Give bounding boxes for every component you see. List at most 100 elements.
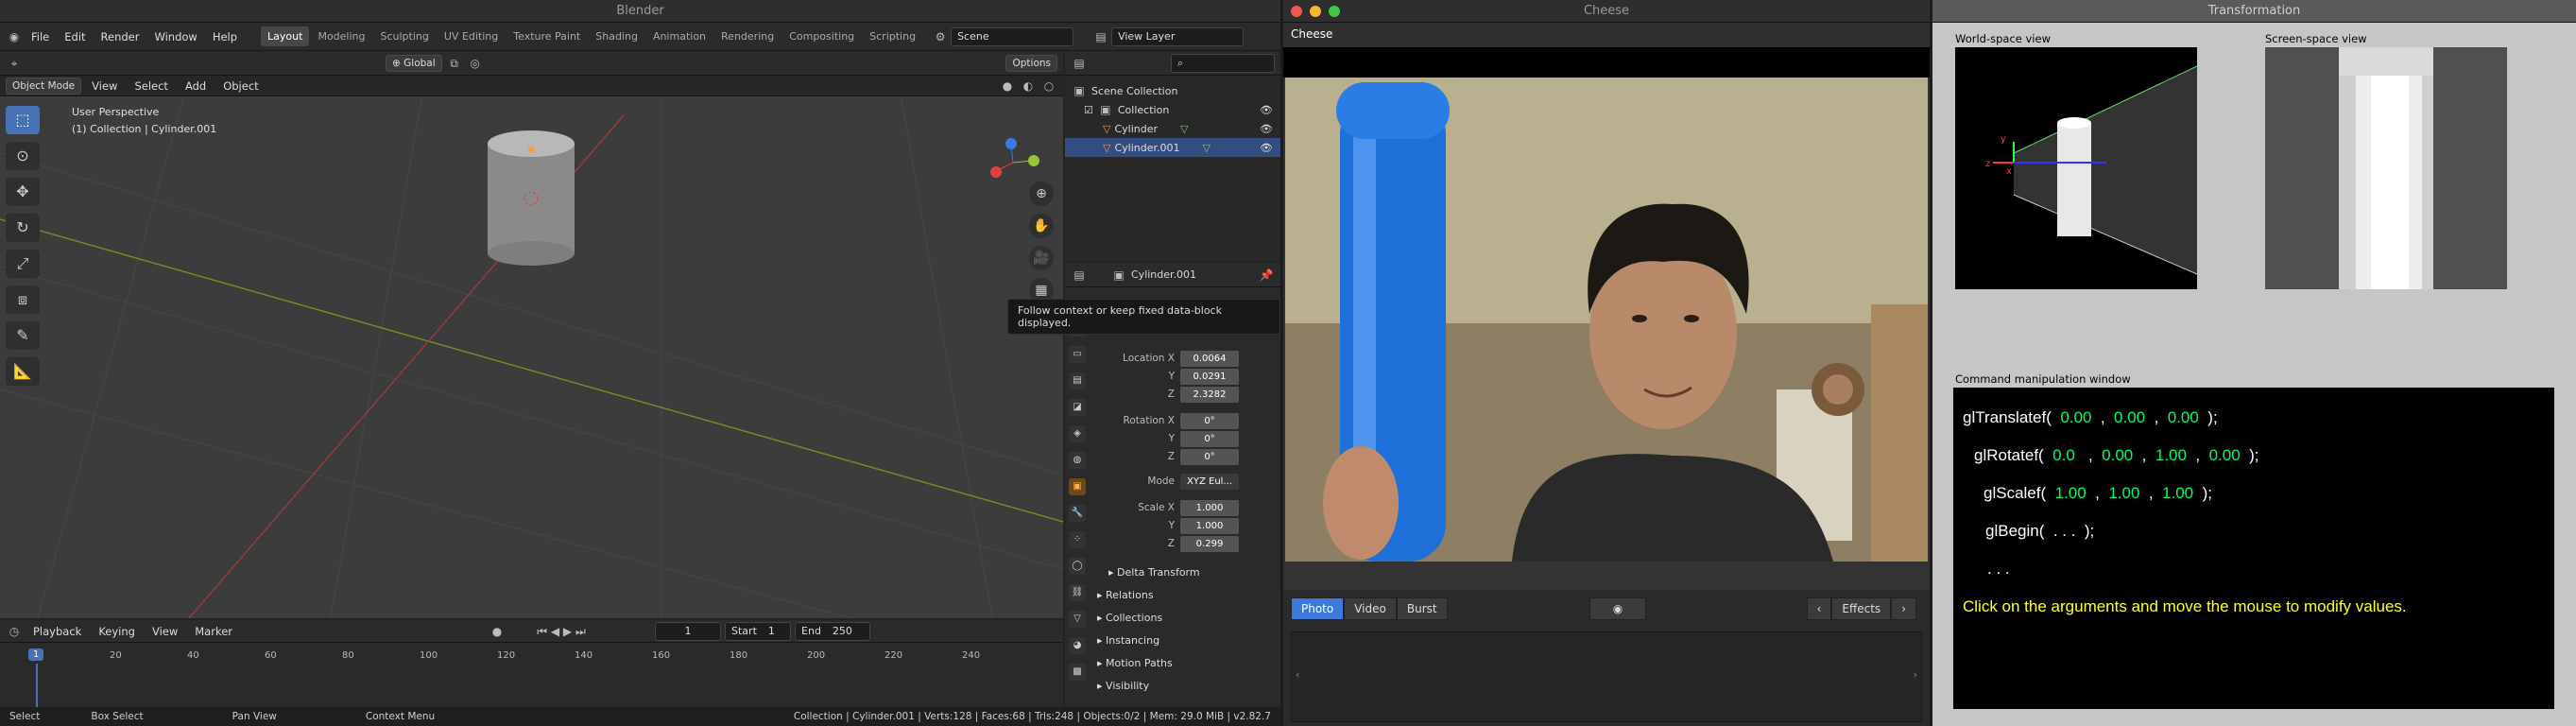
record-icon[interactable]: ● xyxy=(489,623,506,640)
material-tab-icon[interactable]: ◕ xyxy=(1069,637,1086,654)
effects-button[interactable]: Effects xyxy=(1831,597,1892,620)
shading-rendered-icon[interactable]: ○ xyxy=(1040,78,1057,95)
tab-layout[interactable]: Layout xyxy=(261,26,310,46)
playback-controls-icon[interactable]: ⏮ ◀ ▶ ⏭ xyxy=(509,623,613,640)
world-tab-icon[interactable]: ◍ xyxy=(1069,452,1086,469)
timeline-menu-playback[interactable]: Playback xyxy=(26,622,88,641)
command-manipulation-window[interactable]: glTranslatef( 0.00 , 0.00 , 0.00 ); glRo… xyxy=(1953,388,2554,709)
relations-section[interactable]: ▸ Relations xyxy=(1097,586,1154,605)
render-tab-icon[interactable]: ▭ xyxy=(1069,346,1086,363)
mode-select[interactable]: Object Mode xyxy=(6,77,82,95)
outliner-row-cylinder[interactable]: ▽ Cylinder ▽ 👁 xyxy=(1065,119,1280,138)
close-icon[interactable] xyxy=(1291,6,1302,17)
start-frame-field[interactable]: Start 1 xyxy=(725,621,792,641)
transform-icon[interactable]: ⧈ xyxy=(6,285,40,314)
current-frame-field[interactable]: 1 xyxy=(655,621,722,641)
tab-animation[interactable]: Animation xyxy=(646,26,713,46)
rotation-z-field[interactable]: 0° xyxy=(1180,448,1239,465)
view-layer-field[interactable]: View Layer xyxy=(1111,26,1245,46)
constraints-tab-icon[interactable]: ⛓ xyxy=(1069,584,1086,601)
editor-type-icon[interactable]: ▤ xyxy=(1071,267,1088,284)
translate-x-arg[interactable]: 0.00 xyxy=(2060,408,2091,426)
view-layer-tab-icon[interactable]: ◪ xyxy=(1069,399,1086,416)
menu-file[interactable]: File xyxy=(25,27,56,46)
rotation-mode-select[interactable]: XYZ Eul... xyxy=(1180,473,1239,490)
prev-effects-icon[interactable]: ‹ xyxy=(1806,597,1832,620)
rotate-angle-arg[interactable]: 0.0 xyxy=(2052,446,2075,464)
location-x-field[interactable]: 0.0064 xyxy=(1180,350,1239,367)
burst-mode-button[interactable]: Burst xyxy=(1396,597,1448,620)
viewport-menu-select[interactable]: Select xyxy=(128,77,174,95)
snap-icon[interactable]: ⧉ xyxy=(446,55,463,72)
photo-mode-button[interactable]: Photo xyxy=(1291,597,1345,620)
physics-tab-icon[interactable]: ◯ xyxy=(1069,558,1086,575)
scale-y-field[interactable]: 1.000 xyxy=(1180,517,1239,534)
tab-scripting[interactable]: Scripting xyxy=(863,26,922,46)
eye-icon[interactable]: 👁 xyxy=(1260,104,1280,116)
timeline-ruler[interactable]: 1 20 40 60 80 100 120 140 160 180 200 220 240 xyxy=(0,643,1063,707)
delta-transform-section[interactable]: ▸ Delta Transform xyxy=(1108,563,1200,582)
outliner-row-scene[interactable]: ▣ Scene Collection xyxy=(1065,81,1280,100)
viewport-menu-add[interactable]: Add xyxy=(179,77,213,95)
rotation-y-field[interactable]: 0° xyxy=(1180,430,1239,447)
menu-edit[interactable]: Edit xyxy=(58,27,92,46)
options-button[interactable]: Options xyxy=(1005,54,1057,72)
instancing-section[interactable]: ▸ Instancing xyxy=(1097,631,1159,650)
scroll-left-icon[interactable]: ‹ xyxy=(1296,668,1299,681)
scale-y-arg[interactable]: 1.00 xyxy=(2108,484,2139,502)
rotate-z-arg[interactable]: 0.00 xyxy=(2209,446,2241,464)
shading-material-icon[interactable]: ◐ xyxy=(1020,78,1037,95)
tab-rendering[interactable]: Rendering xyxy=(714,26,781,46)
blender-logo-icon[interactable]: ◉ xyxy=(6,28,23,45)
editor-type-icon[interactable]: ▤ xyxy=(1071,55,1088,72)
scale-z-arg[interactable]: 1.00 xyxy=(2162,484,2193,502)
playhead[interactable]: 1 xyxy=(28,648,44,661)
eye-icon[interactable]: 👁 xyxy=(1260,123,1280,135)
object-tab-icon[interactable]: ▣ xyxy=(1069,478,1086,495)
move-icon[interactable]: ✥ xyxy=(6,178,40,206)
tab-shading[interactable]: Shading xyxy=(589,26,644,46)
eye-icon[interactable]: 👁 xyxy=(1260,142,1280,154)
outliner-row-cylinder-001[interactable]: ▽ Cylinder.001 ▽ 👁 xyxy=(1065,138,1280,157)
rotate-x-arg[interactable]: 0.00 xyxy=(2102,446,2133,464)
texture-tab-icon[interactable]: ▩ xyxy=(1069,664,1086,681)
thumbnail-strip[interactable]: ‹ › xyxy=(1291,631,1922,722)
scene-field[interactable]: Scene xyxy=(951,26,1074,46)
video-mode-button[interactable]: Video xyxy=(1344,597,1397,620)
menu-window[interactable]: Window xyxy=(147,27,203,46)
scale-x-arg[interactable]: 1.00 xyxy=(2055,484,2087,502)
measure-icon[interactable]: 📐 xyxy=(6,357,40,386)
scale-z-field[interactable]: 0.299 xyxy=(1180,535,1239,552)
data-tab-icon[interactable]: ▽ xyxy=(1069,611,1086,628)
timeline-menu-keying[interactable]: Keying xyxy=(92,622,142,641)
cursor-icon[interactable]: ⊙ xyxy=(6,142,40,170)
rotation-x-field[interactable]: 0° xyxy=(1180,412,1239,429)
output-tab-icon[interactable]: ▤ xyxy=(1069,372,1086,389)
end-frame-field[interactable]: End 250 xyxy=(795,621,871,641)
next-effects-icon[interactable]: › xyxy=(1891,597,1916,620)
pan-hand-icon[interactable]: ✋ xyxy=(1029,214,1054,238)
scroll-right-icon[interactable]: › xyxy=(1914,668,1917,681)
timeline-menu-view[interactable]: View xyxy=(146,622,184,641)
pin-icon[interactable]: 📌 xyxy=(1258,267,1275,284)
maximize-icon[interactable] xyxy=(1329,6,1340,17)
outliner-row-collection[interactable]: ☑ ▣ Collection 👁 xyxy=(1065,100,1280,119)
menu-help[interactable]: Help xyxy=(206,27,244,46)
annotate-icon[interactable]: ✎ xyxy=(6,321,40,350)
screen-space-view[interactable] xyxy=(2265,47,2507,289)
viewport-menu-view[interactable]: View xyxy=(85,77,124,95)
transform-orientation[interactable]: ⊕ Global xyxy=(386,54,442,72)
timeline-menu-marker[interactable]: Marker xyxy=(188,622,239,641)
tab-modeling[interactable]: Modeling xyxy=(311,26,371,46)
rotate-y-arg[interactable]: 1.00 xyxy=(2155,446,2187,464)
rotate-icon[interactable]: ↻ xyxy=(6,214,40,242)
zoom-icon[interactable]: ⊕ xyxy=(1029,182,1054,206)
tab-uv-editing[interactable]: UV Editing xyxy=(438,26,505,46)
location-y-field[interactable]: 0.0291 xyxy=(1180,368,1239,385)
motion-paths-section[interactable]: ▸ Motion Paths xyxy=(1097,654,1173,673)
proportional-icon[interactable]: ◎ xyxy=(467,55,484,72)
take-photo-button[interactable]: ◉ xyxy=(1589,597,1646,620)
tab-compositing[interactable]: Compositing xyxy=(782,26,861,46)
camera-icon[interactable]: 🎥 xyxy=(1029,246,1054,270)
location-z-field[interactable]: 2.3282 xyxy=(1180,386,1239,403)
